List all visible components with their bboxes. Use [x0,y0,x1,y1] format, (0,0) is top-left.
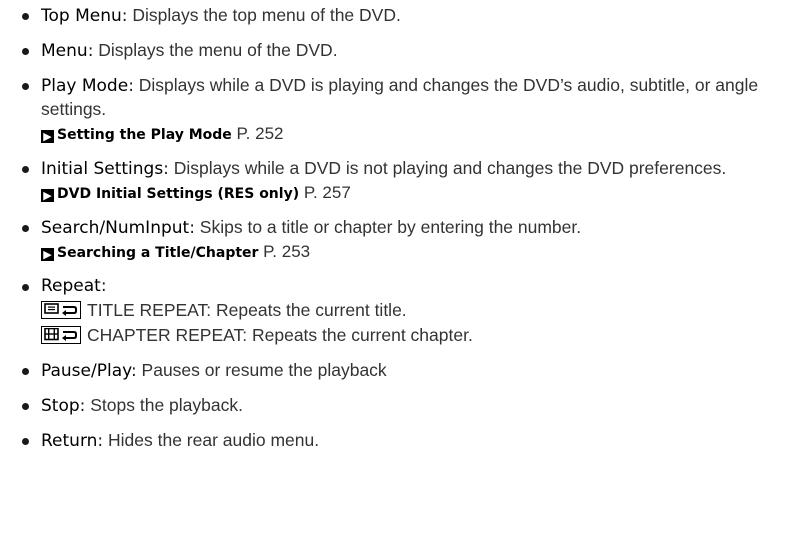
item-term: Menu [41,41,88,61]
arrow-right-icon: ▶ [41,130,54,143]
item-description: Displays while a DVD is not playing and … [168,158,727,178]
cross-reference[interactable]: ▶ DVD Initial Settings (RES only) P. 257 [41,182,799,205]
list-item-stop: Stop: Stops the playback. [22,394,799,418]
item-description: Hides the rear audio menu. [103,430,320,450]
list-item-pause-play: Pause/Play: Pauses or resume the playbac… [22,359,799,383]
list-item-return: Return: Hides the rear audio menu. [22,429,799,453]
item-term: Initial Settings [41,159,164,179]
list-item-initial-settings: Initial Settings: Displays while a DVD i… [22,157,799,205]
item-description: Displays the menu of the DVD. [93,40,338,60]
cross-reference[interactable]: ▶ Setting the Play Mode P. 252 [41,123,799,146]
list-item-play-mode: Play Mode: Displays while a DVD is playi… [22,74,799,146]
list-item-top-menu: Top Menu: Displays the top menu of the D… [22,4,799,28]
repeat-option-chapter: CHAPTER REPEAT: Repeats the current chap… [41,323,799,348]
arrow-right-icon: ▶ [41,248,54,261]
item-description: Displays while a DVD is playing and chan… [41,75,759,119]
item-term: Pause/Play [41,361,131,381]
chapter-repeat-icon [41,326,81,344]
menu-item-list: Top Menu: Displays the top menu of the D… [22,4,799,453]
reference-title[interactable]: Setting the Play Mode [57,127,232,143]
item-term: Search/NumInput [41,218,190,238]
item-description: Skips to a title or chapter by entering … [194,217,582,237]
repeat-option-title: TITLE REPEAT: Repeats the current title. [41,298,799,323]
reference-page: P. 257 [299,183,351,202]
chapter-repeat-text: CHAPTER REPEAT: Repeats the current chap… [87,325,473,345]
list-item-repeat: Repeat: TITLE REPEAT: Repeats the curren… [22,275,799,348]
item-term: Repeat [41,276,101,296]
item-description: Pauses or resume the playback [136,360,387,380]
title-repeat-icon [41,301,81,319]
item-term: Return [41,431,98,451]
reference-page: P. 252 [231,124,284,143]
reference-page: P. 253 [258,242,311,261]
item-description: Displays the top menu of the DVD. [127,5,401,25]
item-term: Top Menu [41,6,122,26]
list-item-search-numinput: Search/NumInput: Skips to a title or cha… [22,216,799,264]
reference-title[interactable]: DVD Initial Settings (RES only) [57,186,299,202]
list-item-menu: Menu: Displays the menu of the DVD. [22,39,799,63]
item-term: Play Mode [41,76,129,96]
item-term: Stop [41,396,80,416]
arrow-right-icon: ▶ [41,189,54,202]
manual-page: Top Menu: Displays the top menu of the D… [0,0,799,535]
reference-title[interactable]: Searching a Title/Chapter [57,245,258,261]
cross-reference[interactable]: ▶ Searching a Title/Chapter P. 253 [41,241,799,264]
item-description: Stops the playback. [85,395,243,415]
title-repeat-text: TITLE REPEAT: Repeats the current title. [87,300,407,320]
